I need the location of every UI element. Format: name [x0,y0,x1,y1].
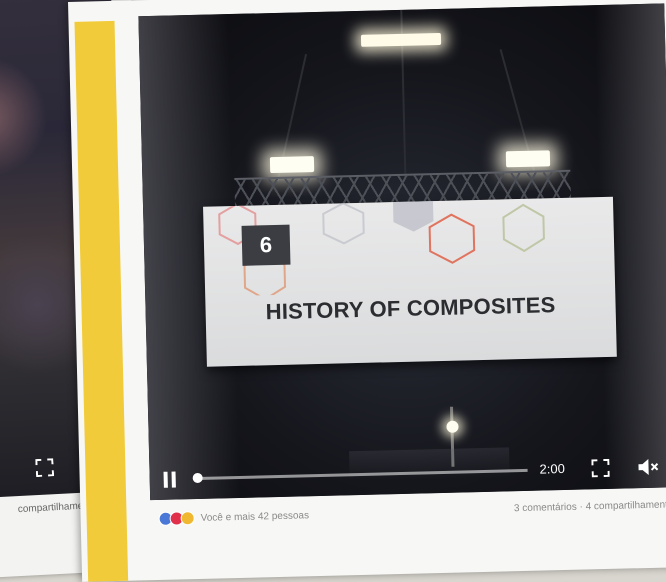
post-card: 6 HISTORY OF COMPOSITES 2:00 [68,0,666,582]
haha-icon [180,511,194,525]
progress-handle[interactable] [193,473,203,483]
banner-title: HISTORY OF COMPOSITES [205,291,616,327]
reactions-text[interactable]: Você e mais 42 pessoas [201,510,310,524]
yellow-strip [74,21,128,582]
progress-bar[interactable] [198,469,528,480]
pause-icon[interactable] [164,471,180,487]
exhibit-banner: 6 HISTORY OF COMPOSITES [203,197,617,367]
ceiling-light [361,33,441,47]
reactions-summary[interactable]: Você e mais 42 pessoas [158,508,309,526]
stage-light-right [506,150,550,167]
post-footer: Você e mais 42 pessoas 3 comentários · 4… [158,497,666,532]
video-time: 2:00 [539,461,565,477]
fullscreen-icon[interactable] [35,458,54,477]
comment-share-counts[interactable]: 3 comentários · 4 compartilhamentos [514,499,666,514]
stage-light-left [270,156,314,173]
fullscreen-icon[interactable] [591,459,609,477]
mute-icon[interactable] [637,458,659,477]
video-player[interactable]: 6 HISTORY OF COMPOSITES 2:00 [138,3,666,500]
section-badge: 6 [242,225,291,266]
